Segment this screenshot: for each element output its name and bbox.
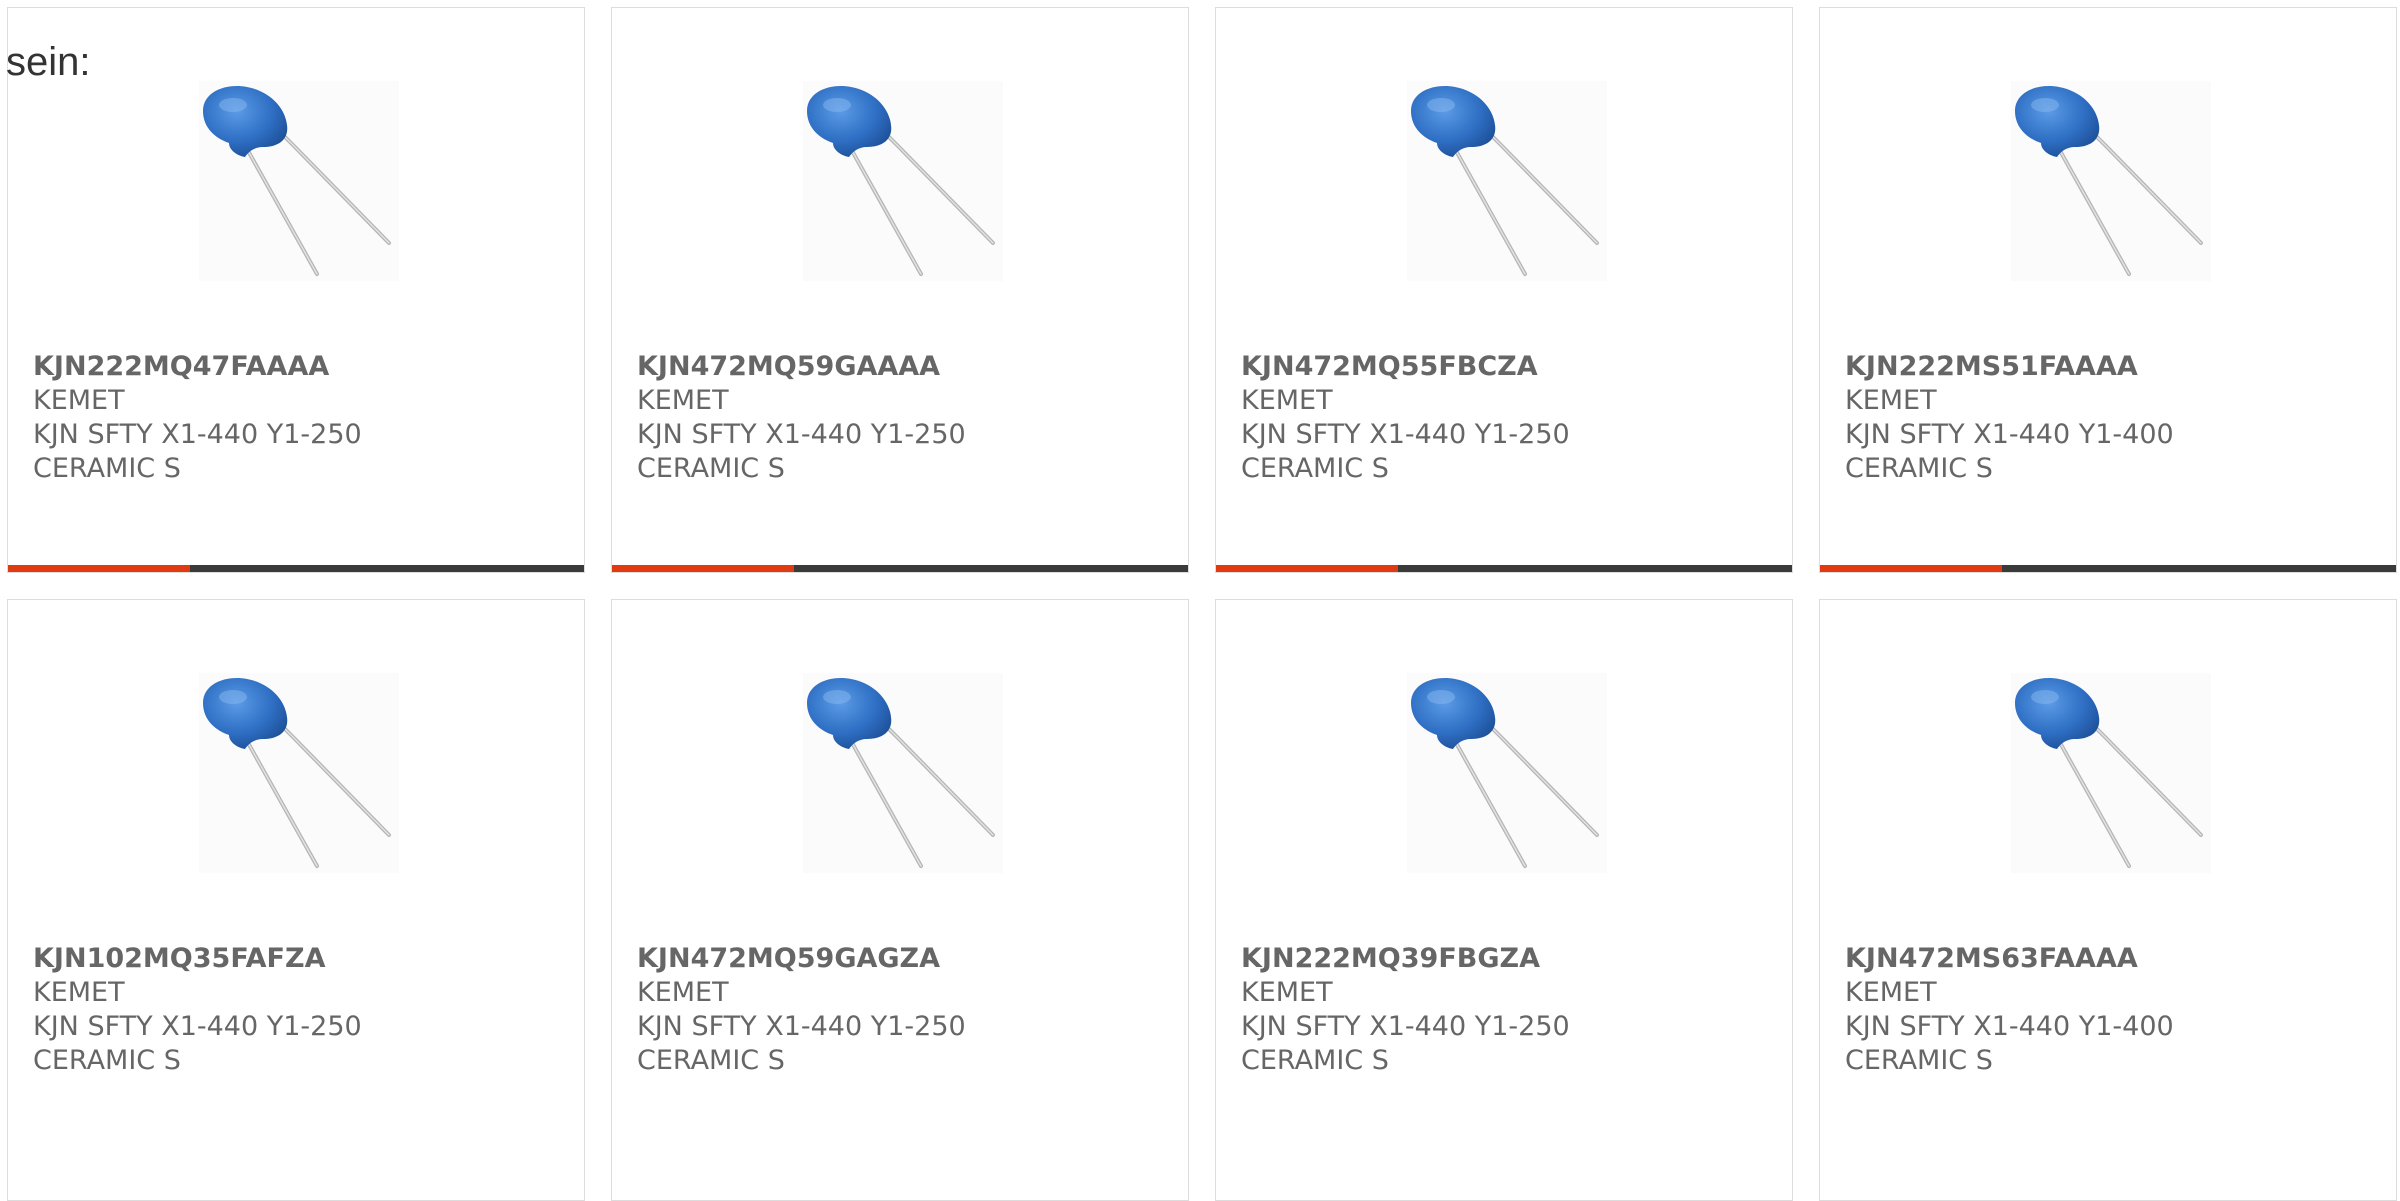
card-accent-fill [612, 565, 794, 572]
part-number-link[interactable]: KJN472MQ55FBCZA [1241, 350, 1772, 384]
description-line2: CERAMIC S [33, 453, 181, 484]
description-line2: CERAMIC S [1241, 1045, 1389, 1076]
ceramic-disc-capacitor-icon[interactable] [803, 673, 1003, 873]
card-accent-bar [1216, 565, 1792, 572]
part-number-link[interactable]: KJN472MQ59GAAAA [637, 350, 1168, 384]
manufacturer: KEMET [1241, 385, 1333, 416]
part-number-link[interactable]: KJN102MQ35FAFZA [33, 942, 564, 976]
description-line2: CERAMIC S [33, 1045, 181, 1076]
card-accent-bar [612, 565, 1188, 572]
product-card[interactable]: KJN102MQ35FAFZA KEMET KJN SFTY X1-440 Y1… [7, 599, 585, 1201]
description-line1: KJN SFTY X1-440 Y1-250 [637, 419, 966, 450]
card-accent-fill [8, 565, 190, 572]
description-line1: KJN SFTY X1-440 Y1-400 [1845, 1011, 2174, 1042]
product-grid: KJN222MQ47FAAAA KEMET KJN SFTY X1-440 Y1… [7, 7, 2400, 1201]
description-line1: KJN SFTY X1-440 Y1-250 [637, 1011, 966, 1042]
product-info: KJN472MQ55FBCZA KEMET KJN SFTY X1-440 Y1… [1241, 350, 1772, 486]
description-line1: KJN SFTY X1-440 Y1-400 [1845, 419, 2174, 450]
product-info: KJN222MS51FAAAA KEMET KJN SFTY X1-440 Y1… [1845, 350, 2376, 486]
manufacturer: KEMET [637, 977, 729, 1008]
card-accent-fill [1820, 565, 2002, 572]
description-line2: CERAMIC S [1845, 1045, 1993, 1076]
ceramic-disc-capacitor-icon[interactable] [2011, 673, 2211, 873]
description-line1: KJN SFTY X1-440 Y1-250 [1241, 1011, 1570, 1042]
product-card[interactable]: KJN222MS51FAAAA KEMET KJN SFTY X1-440 Y1… [1819, 7, 2397, 573]
product-card[interactable]: KJN472MQ59GAGZA KEMET KJN SFTY X1-440 Y1… [611, 599, 1189, 1201]
part-number-link[interactable]: KJN472MQ59GAGZA [637, 942, 1168, 976]
ceramic-disc-capacitor-icon[interactable] [199, 673, 399, 873]
manufacturer: KEMET [1845, 977, 1937, 1008]
description-line2: CERAMIC S [1241, 453, 1389, 484]
intro-text: sein: [6, 40, 91, 84]
part-number-link[interactable]: KJN222MS51FAAAA [1845, 350, 2376, 384]
manufacturer: KEMET [637, 385, 729, 416]
product-info: KJN222MQ39FBGZA KEMET KJN SFTY X1-440 Y1… [1241, 942, 1772, 1078]
description-line2: CERAMIC S [1845, 453, 1993, 484]
description-line2: CERAMIC S [637, 1045, 785, 1076]
product-info: KJN472MQ59GAAAA KEMET KJN SFTY X1-440 Y1… [637, 350, 1168, 486]
product-card[interactable]: KJN222MQ47FAAAA KEMET KJN SFTY X1-440 Y1… [7, 7, 585, 573]
ceramic-disc-capacitor-icon[interactable] [1407, 81, 1607, 281]
product-card[interactable]: KJN222MQ39FBGZA KEMET KJN SFTY X1-440 Y1… [1215, 599, 1793, 1201]
description-line1: KJN SFTY X1-440 Y1-250 [33, 419, 362, 450]
product-info: KJN102MQ35FAFZA KEMET KJN SFTY X1-440 Y1… [33, 942, 564, 1078]
ceramic-disc-capacitor-icon[interactable] [803, 81, 1003, 281]
description-line2: CERAMIC S [637, 453, 785, 484]
manufacturer: KEMET [1241, 977, 1333, 1008]
ceramic-disc-capacitor-icon[interactable] [2011, 81, 2211, 281]
card-accent-fill [1216, 565, 1398, 572]
product-card[interactable]: KJN472MQ59GAAAA KEMET KJN SFTY X1-440 Y1… [611, 7, 1189, 573]
product-info: KJN472MQ59GAGZA KEMET KJN SFTY X1-440 Y1… [637, 942, 1168, 1078]
product-info: KJN222MQ47FAAAA KEMET KJN SFTY X1-440 Y1… [33, 350, 564, 486]
product-info: KJN472MS63FAAAA KEMET KJN SFTY X1-440 Y1… [1845, 942, 2376, 1078]
description-line1: KJN SFTY X1-440 Y1-250 [33, 1011, 362, 1042]
part-number-link[interactable]: KJN222MQ39FBGZA [1241, 942, 1772, 976]
product-card[interactable]: KJN472MS63FAAAA KEMET KJN SFTY X1-440 Y1… [1819, 599, 2397, 1201]
description-line1: KJN SFTY X1-440 Y1-250 [1241, 419, 1570, 450]
manufacturer: KEMET [33, 385, 125, 416]
card-accent-bar [1820, 565, 2396, 572]
ceramic-disc-capacitor-icon[interactable] [199, 81, 399, 281]
manufacturer: KEMET [1845, 385, 1937, 416]
part-number-link[interactable]: KJN222MQ47FAAAA [33, 350, 564, 384]
ceramic-disc-capacitor-icon[interactable] [1407, 673, 1607, 873]
part-number-link[interactable]: KJN472MS63FAAAA [1845, 942, 2376, 976]
manufacturer: KEMET [33, 977, 125, 1008]
card-accent-bar [8, 565, 584, 572]
product-card[interactable]: KJN472MQ55FBCZA KEMET KJN SFTY X1-440 Y1… [1215, 7, 1793, 573]
